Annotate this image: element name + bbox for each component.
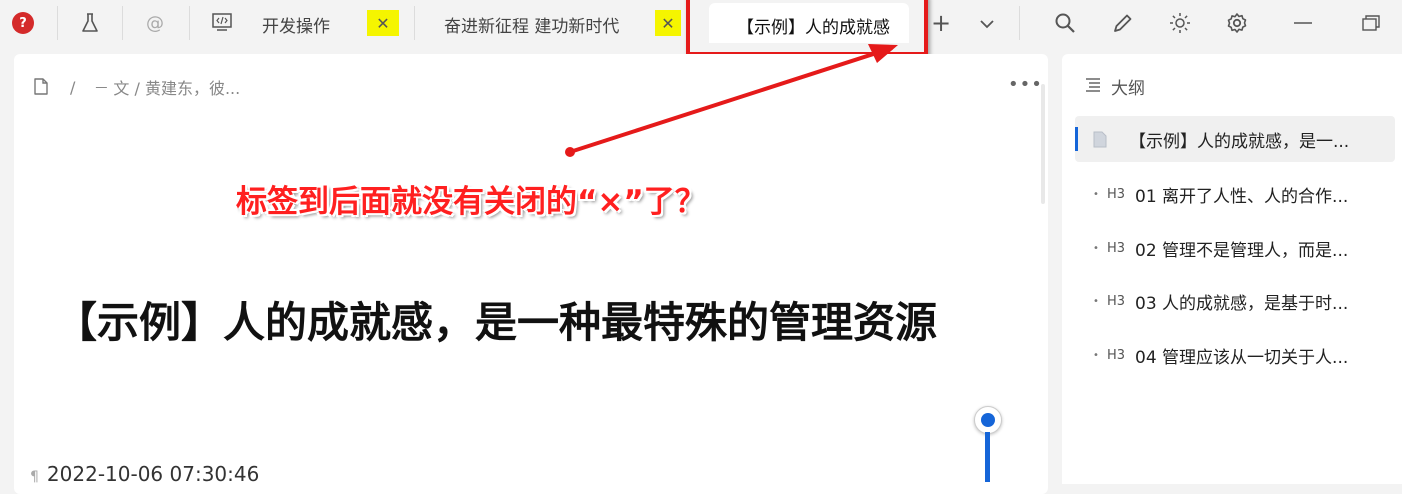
outline-item-h3[interactable]: • H3 01 离开了人性、人的合作...: [1075, 171, 1395, 217]
outline-item-h3[interactable]: • H3 02 管理不是管理人，而是...: [1075, 225, 1395, 271]
doc-icon: [1093, 131, 1115, 148]
active-indicator: [1075, 127, 1078, 151]
outline-item-label: 【示例】人的成就感，是一...: [1129, 131, 1350, 152]
bullet-icon: •: [1093, 349, 1099, 361]
h3-icon: H3: [1107, 240, 1126, 256]
h3-icon: H3: [1107, 347, 1126, 363]
outline-item-label: 04 管理应该从一切关于人...: [1135, 347, 1349, 368]
bullet-icon: •: [1093, 295, 1099, 307]
annotation-text: 标签到后面就没有关闭的“×”了？: [236, 184, 706, 220]
h3-icon: H3: [1107, 293, 1126, 309]
outline-item-h3[interactable]: • H3 04 管理应该从一切关于人...: [1075, 332, 1395, 378]
outline-icon: [1085, 77, 1101, 97]
h3-icon: H3: [1107, 186, 1126, 202]
bullet-icon: •: [1093, 188, 1099, 200]
outline-item-label: 01 离开了人性、人的合作...: [1135, 186, 1349, 207]
outline-item-doc[interactable]: 【示例】人的成就感，是一...: [1075, 116, 1395, 162]
outline-item-h3[interactable]: • H3 03 人的成就感，是基于时...: [1075, 278, 1395, 324]
outline-header: 大纲: [1085, 74, 1145, 99]
outline-item-label: 02 管理不是管理人，而是...: [1135, 240, 1349, 261]
outline-title: 大纲: [1111, 79, 1145, 99]
bullet-icon: •: [1093, 242, 1099, 254]
outline-item-label: 03 人的成就感，是基于时...: [1135, 293, 1349, 314]
